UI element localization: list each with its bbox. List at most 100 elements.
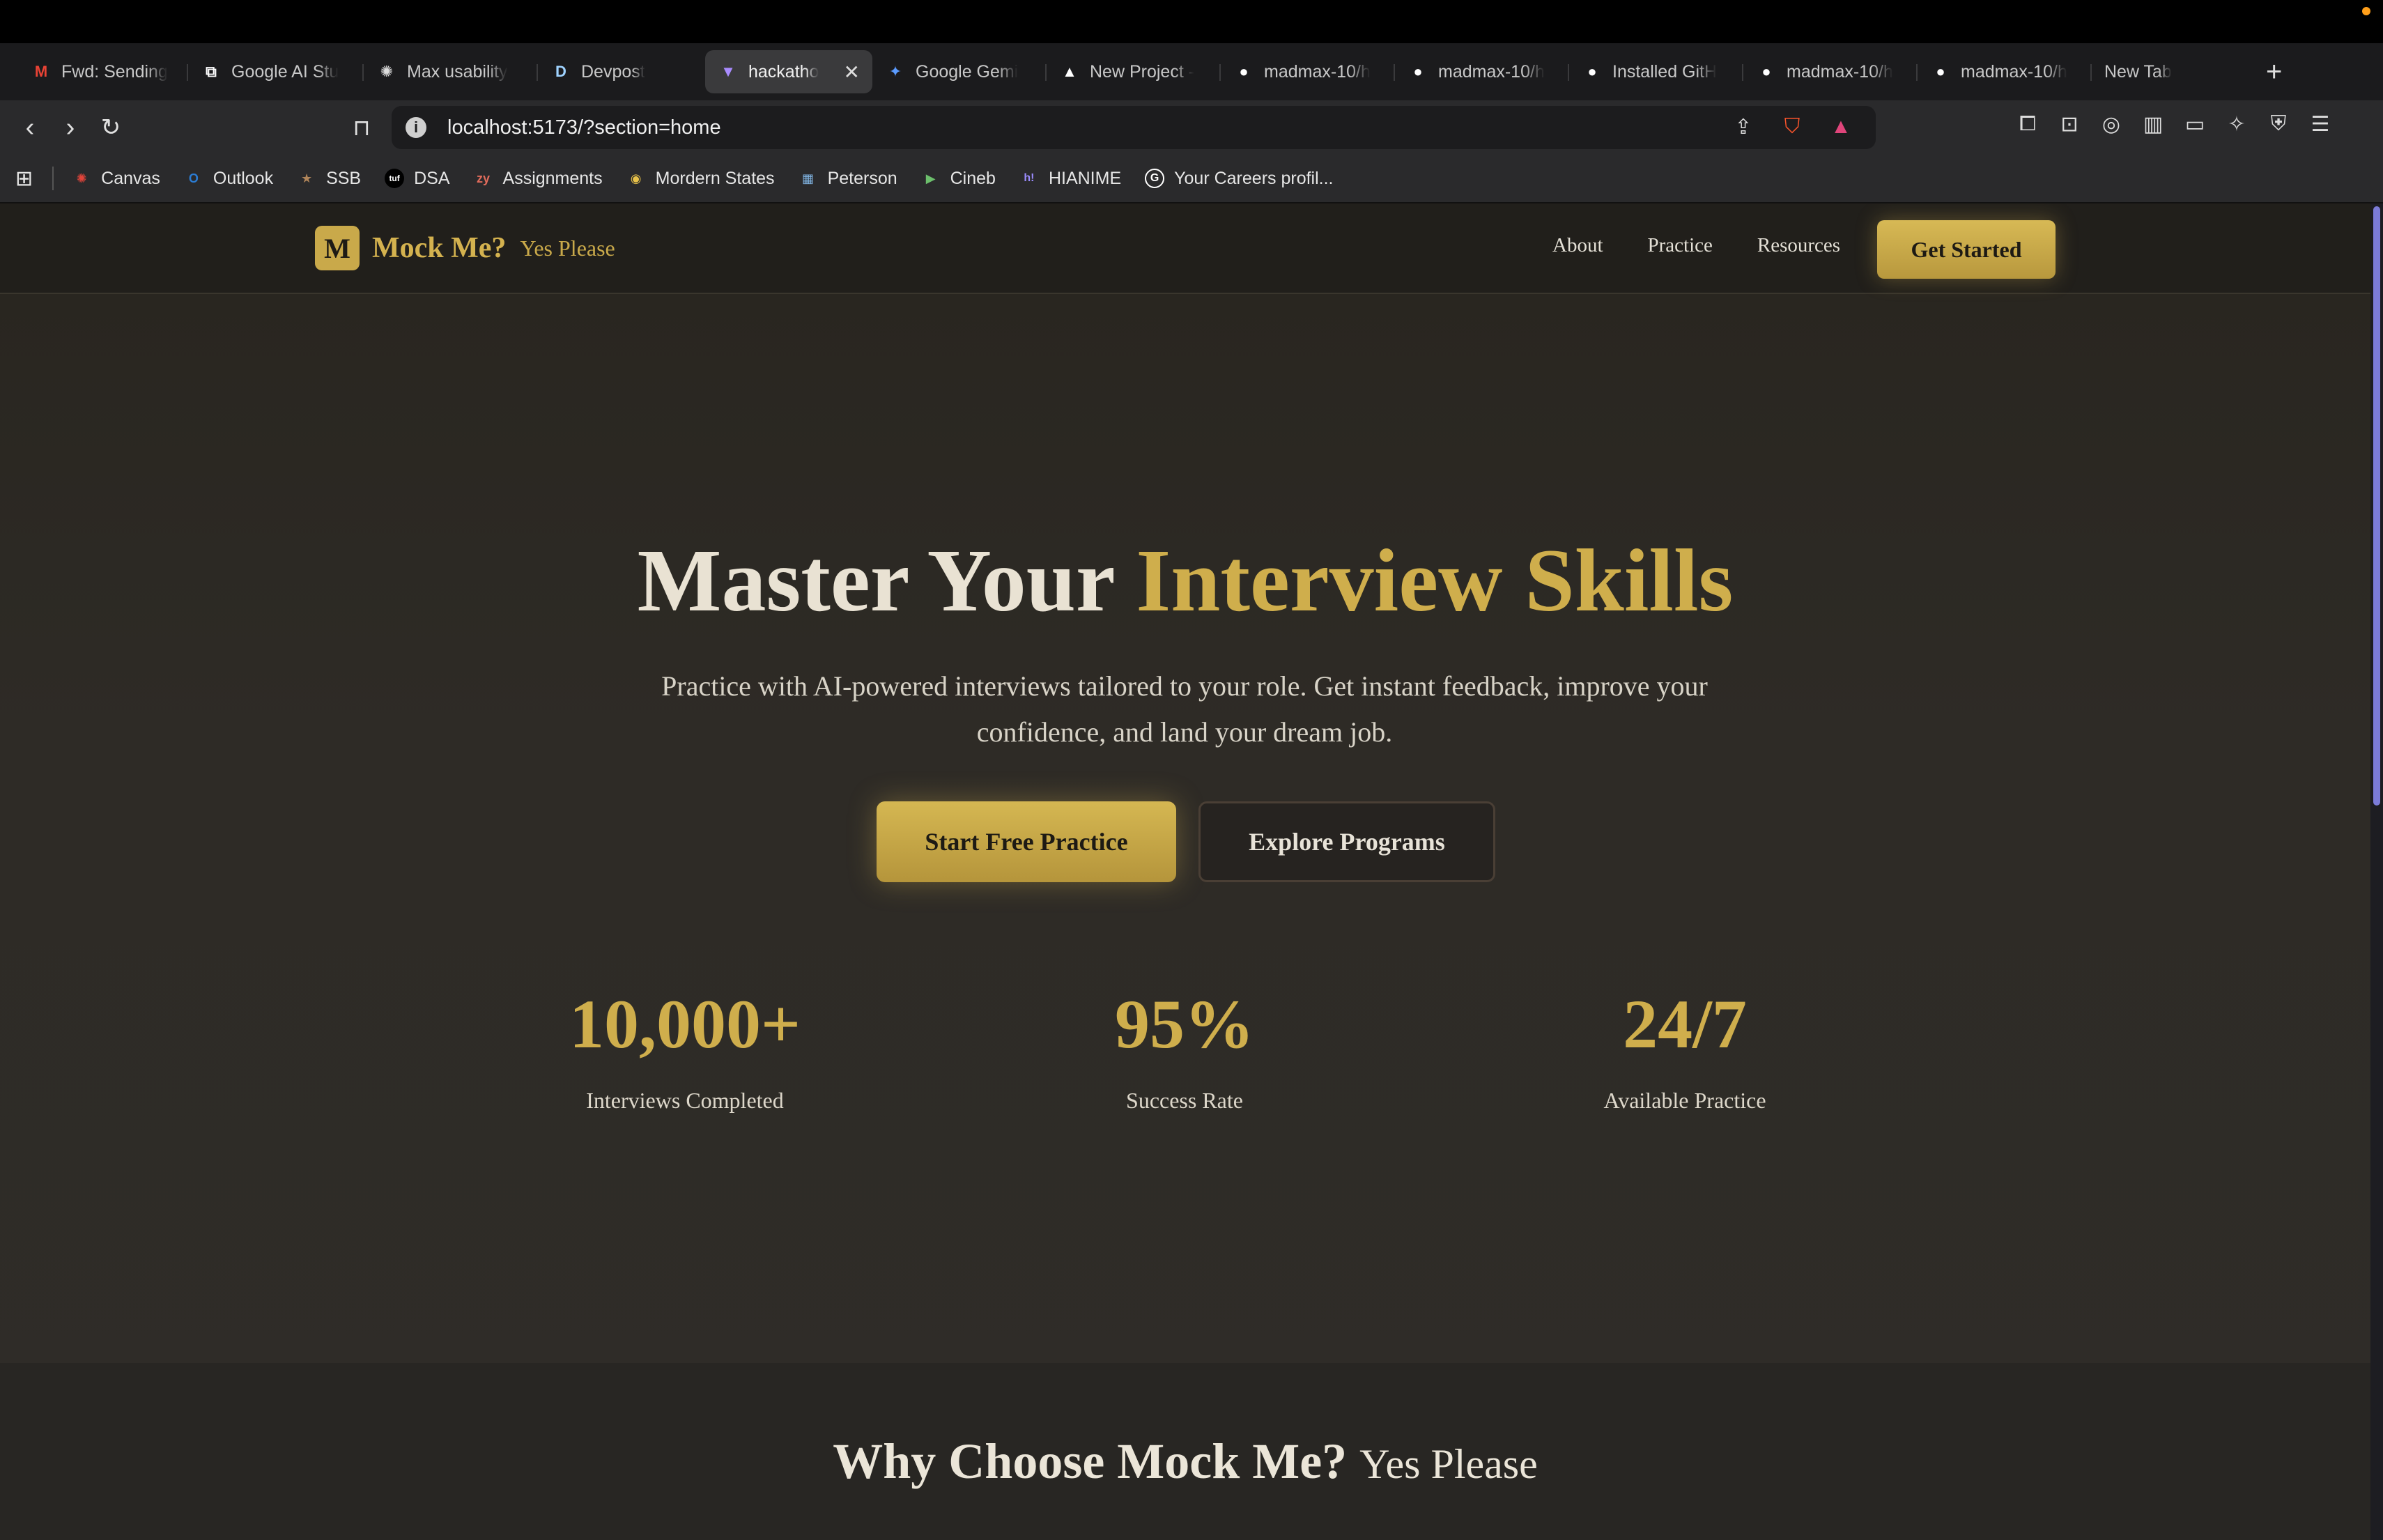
apps-grid-icon[interactable]: ⊞ [15,167,33,191]
vercel-icon: ▲ [1062,63,1077,80]
share-icon[interactable]: ⇪ [1729,113,1757,141]
modern-states-icon: ◉ [630,171,642,185]
bookmark-cineb[interactable]: ▶ Cineb [921,169,996,189]
page-scrollbar[interactable] [2370,203,2383,1540]
vpn-shield-icon[interactable]: ⛨ [2265,110,2292,138]
why-section: Why Choose Mock Me? Yes Please [0,1363,2370,1540]
tab-hackathon[interactable]: ▼ hackatho ✕ [705,50,872,93]
bookmark-hianime[interactable]: h! HIANIME [1019,169,1121,189]
sparkle-icon[interactable]: ✧ [2223,110,2251,138]
stat-value: 10,000+ [569,985,801,1063]
get-started-button[interactable]: Get Started [1877,220,2056,279]
github-icon: ● [1587,63,1597,80]
github-icon: ● [1239,63,1249,80]
hero-subtitle-line: confidence, and land your dream job. [976,716,1393,748]
close-tab-icon[interactable]: ✕ [844,61,860,84]
bookmark-label: Peterson [827,168,897,188]
nav-link-about[interactable]: About [1552,234,1603,257]
explore-programs-button[interactable]: Explore Programs [1198,801,1495,882]
notification-dot [2362,7,2370,15]
window-top-bar [0,0,2383,43]
hero-title-plain: Master Your [637,531,1114,630]
tab-github[interactable]: ● madmax-10/h [1395,50,1569,93]
tab-google-ai-studio[interactable]: ⧉ Google AI Stu [188,50,364,93]
wallet-icon[interactable]: ▭ [2181,110,2209,138]
nav-link-resources[interactable]: Resources [1757,234,1840,257]
bookmark-label: Canvas [101,168,160,188]
tab-google-gemini[interactable]: ✦ Google Gemi [872,50,1047,93]
bookmark-label: Outlook [213,168,274,188]
sidebar-icon[interactable]: ▥ [2139,110,2167,138]
bookmark-label: Assignments [502,168,603,188]
tab-installed-github[interactable]: ● Installed GitH [1569,50,1743,93]
browser-toolbar: ‹ › ↻ ⊓ i localhost:5173/?section=home ⇪… [0,100,2383,155]
tab-new-project[interactable]: ▲ New Project - [1047,50,1221,93]
site-navbar: M Mock Me? Yes Please About Practice Res… [0,203,2370,294]
github-icon: ● [1936,63,1945,80]
nav-link-practice[interactable]: Practice [1648,234,1713,257]
tab-title: New Project - [1090,61,1195,82]
tab-gmail[interactable]: M Fwd: Sending [18,50,188,93]
start-free-practice-button[interactable]: Start Free Practice [877,801,1176,882]
tab-search-icon[interactable]: ⊡ [2056,110,2083,138]
bookmarks-divider [52,167,54,190]
tab-github[interactable]: ● madmax-10/h [1918,50,2092,93]
bookmark-assignments[interactable]: zy Assignments [474,169,603,189]
site-nav-links: About Practice Resources [1552,234,1840,257]
tab-title: madmax-10/h [1438,61,1545,82]
stat-value: 24/7 [1623,985,1747,1063]
tab-title: hackatho [748,61,819,82]
ai-studio-icon: ⧉ [206,63,217,80]
outlook-icon: O [188,171,199,185]
bookmark-label: Cineb [950,168,996,188]
menu-icon[interactable]: ☰ [2306,110,2334,138]
hero-title-highlight: Interview Skills [1136,531,1734,630]
gmail-icon: M [34,63,48,80]
site-logo[interactable]: M Mock Me? Yes Please [315,226,615,270]
bookmark-canvas[interactable]: ✺ Canvas [72,169,160,189]
tab-title: New Tab [2104,61,2172,82]
stat-label: Available Practice [1603,1088,1766,1113]
site-info-icon[interactable]: i [406,117,426,138]
tab-github[interactable]: ● madmax-10/h [1221,50,1395,93]
leo-ai-icon[interactable]: ◎ [2097,110,2125,138]
tab-github[interactable]: ● madmax-10/h [1743,50,1918,93]
scrollbar-thumb[interactable] [2373,206,2380,806]
forward-arrow-icon[interactable]: › [50,107,91,148]
why-title-main: Why Choose Mock Me? [833,1433,1348,1489]
stat-label: Interviews Completed [586,1088,784,1113]
bookmark-outlook[interactable]: O Outlook [184,169,273,189]
vite-icon: ▼ [720,63,736,80]
bookmark-modern-states[interactable]: ◉ Mordern States [626,169,775,189]
tab-max-usability[interactable]: ✺ Max usability [364,50,538,93]
tab-new-tab[interactable]: New Tab [2092,50,2231,93]
canvas-icon: ✺ [76,171,87,185]
reload-icon[interactable]: ↻ [91,107,131,148]
bookmark-peterson[interactable]: ▦ Peterson [799,169,897,189]
stat-success-rate: 95% Success Rate [975,984,1394,1114]
stat-interviews: 10,000+ Interviews Completed [476,984,894,1114]
tab-title: Fwd: Sending [61,61,168,82]
stat-availability: 24/7 Available Practice [1476,984,1894,1114]
peterson-icon: ▦ [802,171,815,185]
why-title-sub: Yes Please [1359,1441,1538,1487]
why-section-title: Why Choose Mock Me? Yes Please [0,1433,2370,1491]
back-arrow-icon[interactable]: ‹ [10,107,50,148]
bookmark-careers[interactable]: G Your Careers profil... [1145,169,1334,189]
tab-devpost[interactable]: D Devpost [538,50,705,93]
stat-label: Success Rate [1126,1088,1243,1113]
hero-subtitle-line: Practice with AI-powered interviews tail… [661,670,1708,702]
tab-title: Max usability [407,61,508,82]
new-tab-plus-icon[interactable]: + [2266,56,2282,88]
logo-mark: M [315,226,360,270]
bookmark-ssb[interactable]: ★ SSB [297,169,361,189]
hero-title: Master Your Interview Skills [0,530,2370,632]
bookmark-icon[interactable]: ⊓ [341,107,382,148]
address-bar[interactable]: i localhost:5173/?section=home ⇪ ⛉ ▲ [392,106,1876,149]
brave-shields-icon[interactable]: ⛉ [1778,113,1806,141]
brave-rewards-icon[interactable]: ▲ [1827,113,1855,141]
tab-title: Google AI Stu [231,61,339,82]
extensions-puzzle-icon[interactable]: ⧠ [2014,110,2042,138]
zybooks-icon: zy [477,171,491,185]
bookmark-dsa[interactable]: tuf DSA [385,169,450,189]
